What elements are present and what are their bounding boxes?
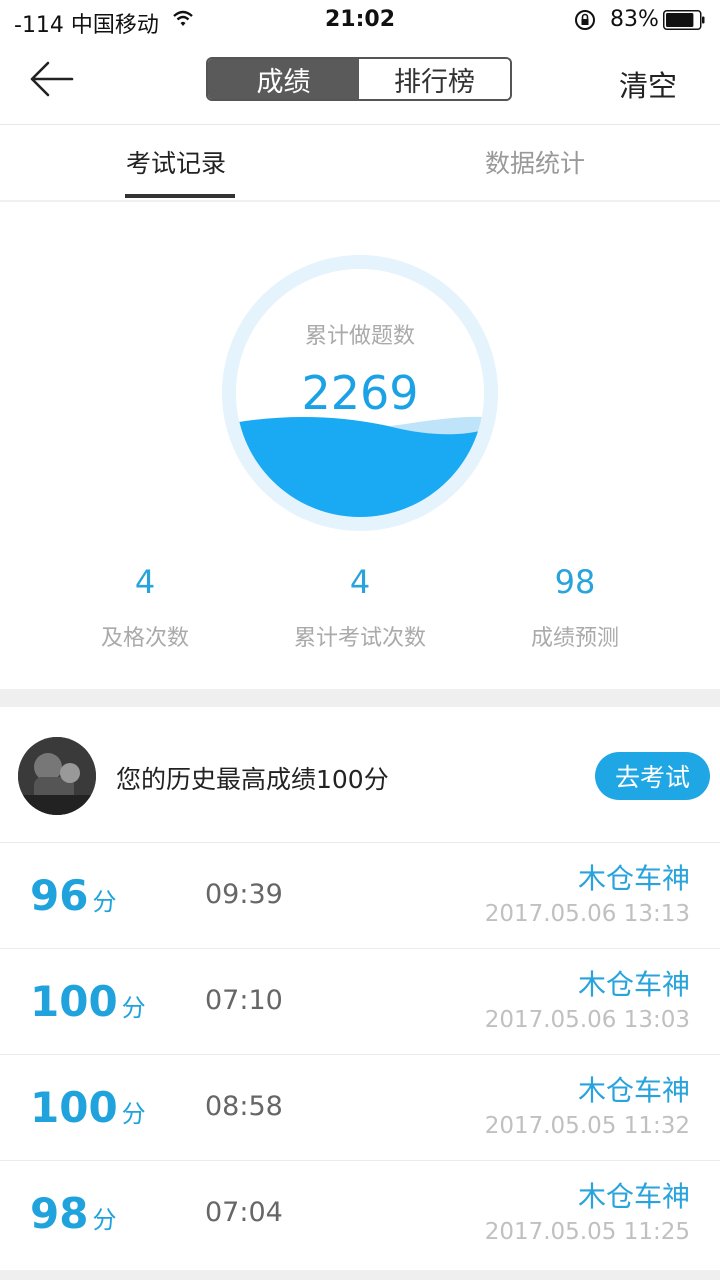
bottom-divider [0,1270,720,1280]
record-score-value: 96 [30,871,89,920]
avatar-image [18,737,96,815]
record-score-value: 100 [30,1083,118,1132]
nav-bar: 成绩 排行榜 清空 [0,40,720,125]
record-score-value: 98 [30,1189,89,1238]
stat-pass-count-label: 及格次数 [100,626,189,651]
record-user-name: 木仓车神 [577,1074,690,1107]
segmented-control: 成绩 排行榜 [206,57,512,101]
clear-button[interactable]: 清空 [598,63,698,105]
go-exam-button[interactable]: 去考试 [595,752,710,800]
record-date: 2017.05.06 13:13 [484,901,690,927]
tab-bar: 考试记录 数据统计 [0,124,720,202]
stat-exam-count-value: 4 [349,563,371,601]
best-score-text: 您的历史最高成绩100分 [116,765,389,794]
record-score: 96 分 [30,871,116,920]
record-date: 2017.05.05 11:25 [484,1219,690,1245]
stat-pass-count-value: 4 [134,563,156,601]
section-divider [0,689,720,707]
record-score: 98 分 [30,1189,116,1238]
record-score-unit: 分 [92,1206,117,1234]
active-tab-indicator [125,194,235,198]
record-duration: 08:58 [205,1091,283,1122]
record-date: 2017.05.05 11:32 [484,1113,690,1139]
record-score-unit: 分 [92,888,117,916]
tab-exam-records[interactable]: 考试记录 [126,144,226,180]
segment-score[interactable]: 成绩 [208,59,359,99]
gauge-label: 累计做题数 [304,324,415,349]
record-user-name: 木仓车神 [577,862,690,895]
status-bar: -114 中国移动 21:02 83% [0,0,720,40]
record-score-unit: 分 [121,994,146,1022]
record-score-unit: 分 [121,1100,146,1128]
record-row[interactable]: 96 分 09:39 木仓车神 2017.05.06 13:13 [0,842,720,949]
orientation-lock-icon [575,10,595,30]
record-score: 100 分 [30,977,146,1026]
record-user-name: 木仓车神 [577,968,690,1001]
record-date: 2017.05.06 13:03 [484,1007,690,1033]
record-row[interactable]: 98 分 07:04 木仓车神 2017.05.05 11:25 [0,1160,720,1267]
record-duration: 09:39 [205,879,283,910]
gauge-value: 2269 [301,366,419,420]
record-duration: 07:04 [205,1197,283,1228]
record-score: 100 分 [30,1083,146,1132]
record-row[interactable]: 100 分 07:10 木仓车神 2017.05.06 13:03 [0,948,720,1055]
battery-percent: 83% [610,7,659,32]
record-user-name: 木仓车神 [577,1180,690,1213]
record-row[interactable]: 100 分 08:58 木仓车神 2017.05.05 11:32 [0,1054,720,1161]
record-duration: 07:10 [205,985,283,1016]
record-score-value: 100 [30,977,118,1026]
back-arrow-icon[interactable] [28,60,76,98]
segment-ranking[interactable]: 排行榜 [359,59,510,99]
stat-prediction-value: 98 [554,563,596,601]
battery-icon [663,10,705,30]
avatar[interactable] [18,737,96,815]
stat-exam-count-label: 累计考试次数 [293,626,426,651]
stat-prediction-label: 成绩预测 [530,626,619,651]
tab-data-stats[interactable]: 数据统计 [485,144,585,180]
